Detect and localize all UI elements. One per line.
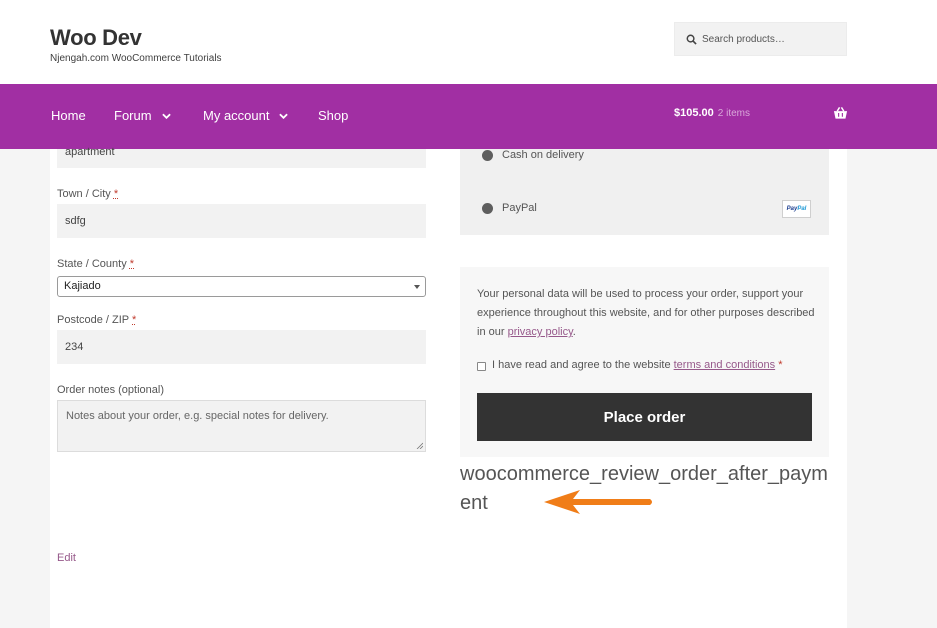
nav-item-label: My account	[203, 108, 270, 123]
required-mark: *	[129, 258, 135, 270]
site-header: Woo Dev Njengah.com WooCommerce Tutorial…	[0, 0, 937, 84]
site-tagline: Njengah.com WooCommerce Tutorials	[50, 53, 222, 64]
state-selected-value: Kajiado	[64, 280, 101, 292]
cart-total: $105.00	[674, 107, 714, 119]
nav-item-my-account[interactable]: My account	[203, 108, 289, 123]
nav-item-label: Home	[51, 108, 86, 123]
primary-navigation: Home Forum My account Shop $105.00 2 item…	[0, 84, 937, 149]
payment-radio-cod[interactable]	[482, 150, 493, 161]
arrow-left-icon	[544, 490, 652, 514]
state-select[interactable]: Kajiado	[57, 276, 426, 297]
state-label: State / County *	[57, 258, 135, 270]
postcode-field[interactable]: 234	[57, 330, 426, 364]
edit-link[interactable]: Edit	[57, 552, 76, 564]
payment-label-paypal[interactable]: PayPal	[502, 202, 537, 214]
privacy-policy-text: Your personal data will be used to proce…	[477, 288, 815, 338]
order-notes-placeholder: Notes about your order, e.g. special not…	[66, 410, 329, 422]
cart-count: 2 items	[717, 108, 750, 119]
cart-summary[interactable]: $105.00 2 items	[674, 107, 750, 119]
terms-checkbox[interactable]	[477, 362, 486, 371]
place-order-button[interactable]: Place order	[477, 393, 812, 441]
required-mark: *	[778, 359, 783, 371]
chevron-down-icon	[279, 113, 289, 119]
town-field[interactable]: sdfg	[57, 204, 426, 238]
order-notes-label: Order notes (optional)	[57, 384, 164, 396]
privacy-policy-link[interactable]: privacy policy	[508, 326, 573, 338]
postcode-label: Postcode / ZIP *	[57, 314, 137, 326]
payment-label-cod[interactable]: Cash on delivery	[502, 149, 584, 161]
nav-item-shop[interactable]: Shop	[318, 108, 348, 123]
payment-methods	[460, 149, 829, 235]
chevron-down-icon	[161, 113, 171, 119]
address-line-2-field[interactable]: apartment	[57, 146, 426, 168]
paypal-logo-icon: Pay Pal	[782, 200, 811, 218]
town-value: sdfg	[65, 215, 86, 227]
nav-item-label: Shop	[318, 108, 349, 123]
nav-item-label: Forum	[114, 108, 152, 123]
town-label: Town / City *	[57, 188, 119, 200]
required-mark: *	[113, 188, 119, 200]
resize-grip-icon[interactable]	[416, 442, 423, 449]
nav-item-home[interactable]: Home	[51, 108, 86, 123]
nav-item-forum[interactable]: Forum	[114, 108, 171, 123]
dropdown-arrow-icon	[414, 285, 420, 289]
terms-link[interactable]: terms and conditions	[674, 359, 776, 371]
basket-icon[interactable]	[833, 106, 848, 120]
payment-radio-paypal[interactable]	[482, 203, 493, 214]
search-box	[674, 22, 847, 56]
required-mark: *	[132, 314, 137, 326]
site-title[interactable]: Woo Dev	[50, 25, 142, 51]
terms-label[interactable]: I have read and agree to the website ter…	[492, 359, 782, 371]
postcode-value: 234	[65, 341, 84, 353]
order-notes-textarea[interactable]: Notes about your order, e.g. special not…	[57, 400, 426, 452]
address-line-2-value: apartment	[65, 146, 115, 158]
search-icon	[686, 34, 697, 45]
search-input[interactable]	[702, 23, 842, 55]
